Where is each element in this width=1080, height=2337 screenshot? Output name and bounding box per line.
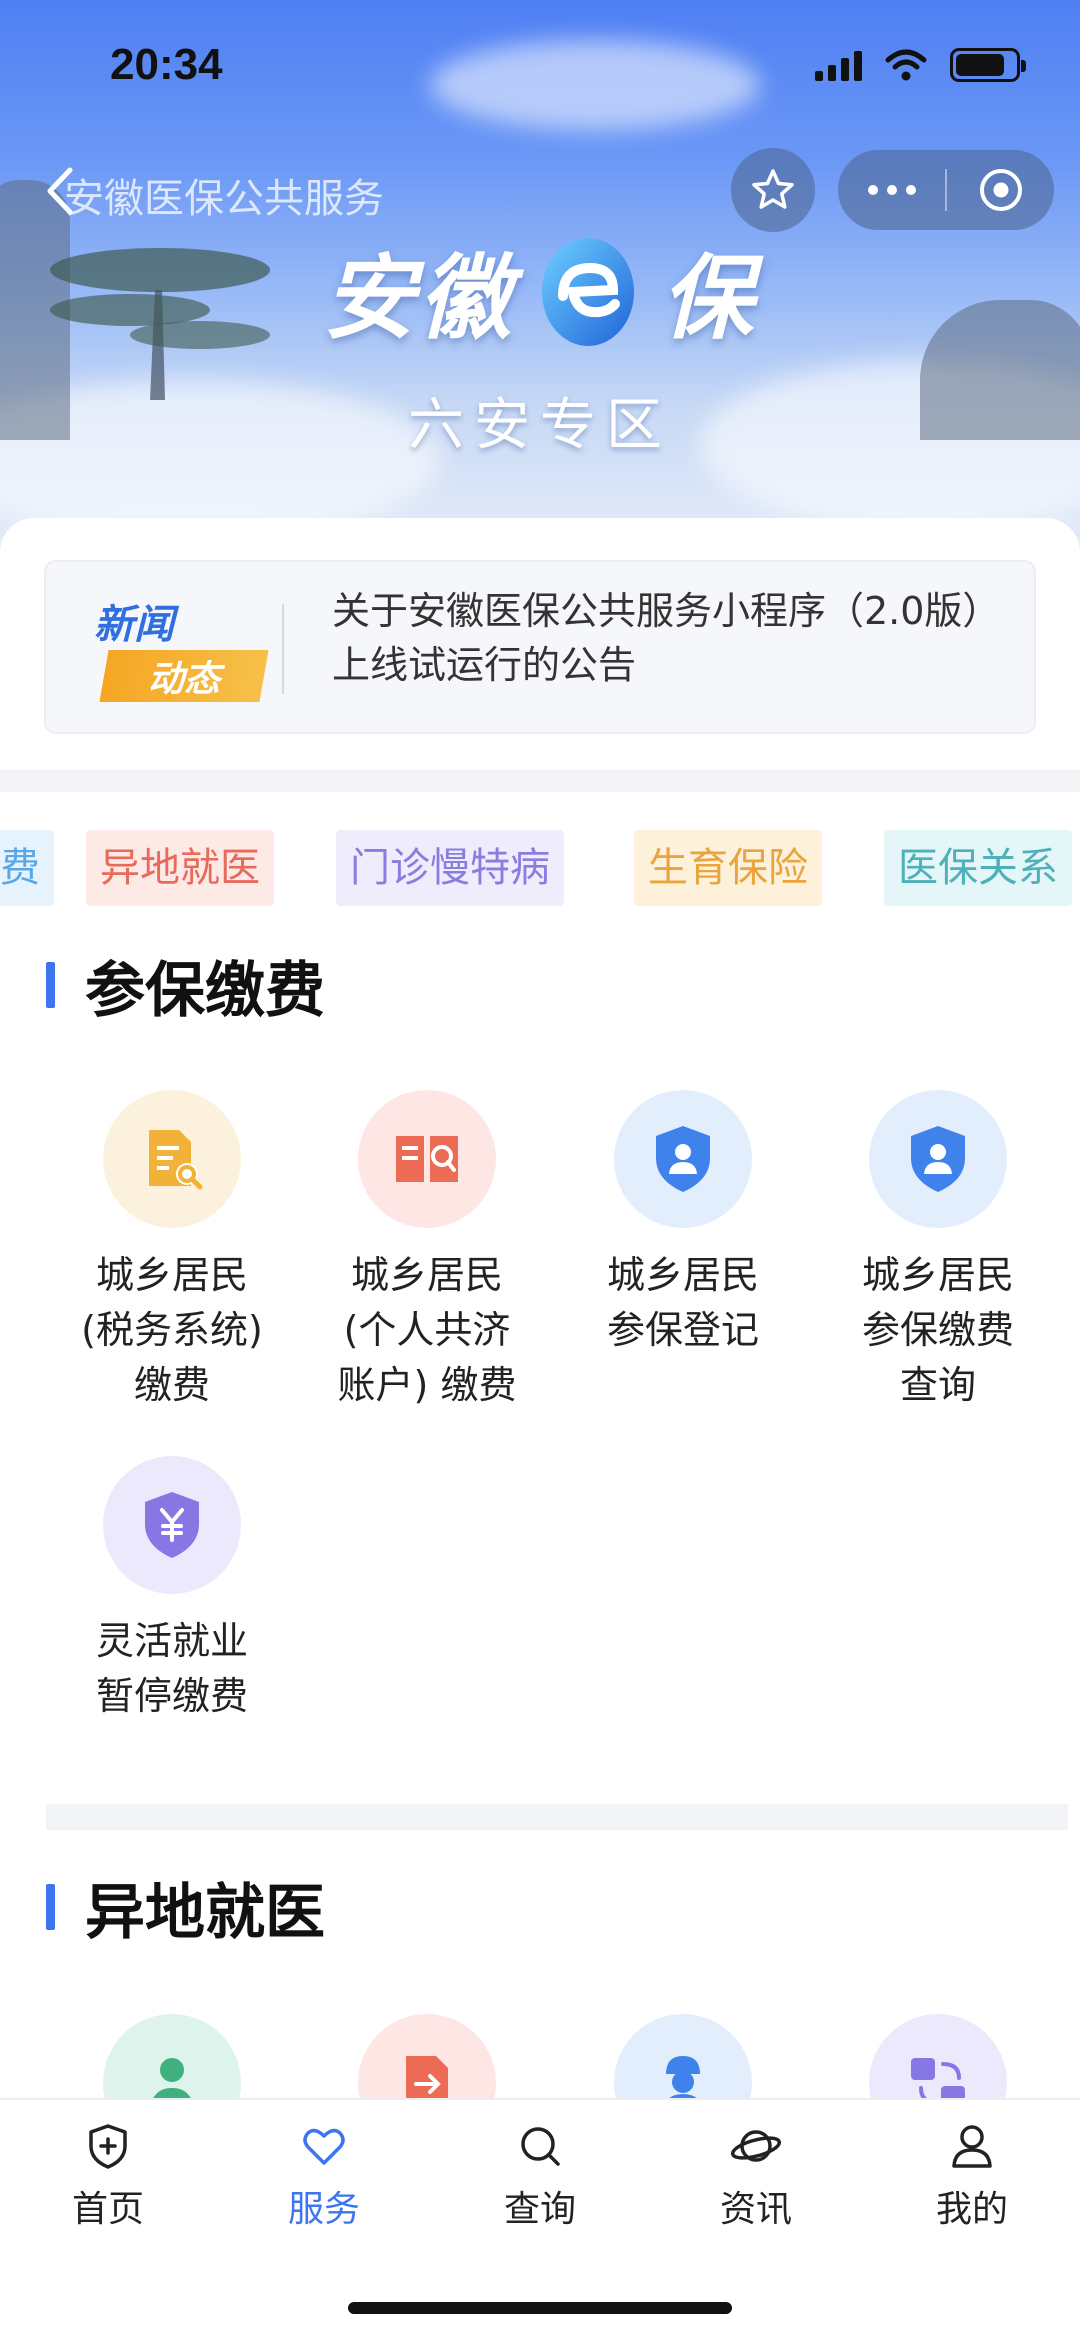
news-badge-title: 新闻: [94, 602, 174, 648]
category-tab-label: 医保关系: [898, 845, 1058, 891]
user-shield-icon: [656, 1126, 710, 1192]
service-label: 灵活就业 暂停缴费: [95, 1619, 248, 1718]
tab-services[interactable]: 服务: [216, 2122, 432, 2232]
main-content: 新闻 动态 关于安徽医保公共服务小程序（2.0版） 上线试运行的公告 费 异地就…: [0, 518, 1080, 2152]
service-label: 城乡居民 参保登记: [606, 1253, 759, 1352]
service-icon-bg: [358, 1090, 496, 1228]
category-tab-maternity-insurance[interactable]: 生育保险: [634, 830, 822, 906]
more-options-button[interactable]: [838, 185, 945, 195]
category-tab-chronic-disease[interactable]: 门诊慢特病: [336, 830, 564, 906]
close-mini-program-button[interactable]: [947, 166, 1054, 214]
service-item[interactable]: 城乡居民 (税务系统) 缴费: [44, 1090, 300, 1413]
category-tab-label: 生育保险: [648, 845, 808, 891]
category-tab-insurance-payment[interactable]: 费: [0, 830, 54, 906]
wifi-icon: [885, 49, 927, 81]
tab-query[interactable]: 查询: [432, 2122, 648, 2232]
tab-home[interactable]: 首页: [0, 2122, 216, 2232]
service-item[interactable]: 城乡居民 (个人共济 账户) 缴费: [299, 1090, 555, 1413]
status-icons: [815, 48, 1026, 82]
tab-label: 首页: [71, 2189, 144, 2230]
category-tab-label: 费: [0, 845, 40, 891]
yuan-shield-icon: [145, 1492, 199, 1558]
news-badge-tag-text: 动态: [147, 659, 220, 700]
service-item[interactable]: 城乡居民 参保缴费 查询: [810, 1090, 1066, 1413]
section-title: 异地就医: [85, 1877, 325, 1948]
news-banner[interactable]: 新闻 动态 关于安徽医保公共服务小程序（2.0版） 上线试运行的公告: [44, 560, 1036, 734]
status-time: 20:34: [110, 40, 223, 89]
star-icon: [752, 169, 794, 209]
news-headline[interactable]: 关于安徽医保公共服务小程序（2.0版） 上线试运行的公告: [332, 584, 1012, 692]
tab-profile[interactable]: 我的: [864, 2122, 1080, 2232]
header-banner: 20:34 安徽医保公共服务 安徽 保 六安专区: [0, 0, 1080, 560]
category-tab-insurance-relation[interactable]: 医保关系: [884, 830, 1072, 906]
home-shield-icon: [89, 2124, 127, 2169]
tab-label: 我的: [935, 2189, 1008, 2230]
tab-label: 查询: [503, 2189, 576, 2230]
nav-title: 安徽医保公共服务: [64, 176, 384, 222]
status-bar: 20:34: [0, 40, 1080, 100]
service-item[interactable]: 灵活就业 暂停缴费: [44, 1456, 300, 1724]
tab-news[interactable]: 资讯: [648, 2122, 864, 2232]
cellular-signal-icon: [815, 49, 862, 81]
news-badge-tag: 动态: [99, 650, 269, 702]
section-title: 参保缴费: [85, 955, 325, 1026]
target-circle-icon: [979, 169, 1022, 211]
service-label: 城乡居民 (税务系统) 缴费: [81, 1253, 263, 1407]
service-icon-bg: [103, 1456, 241, 1594]
logo-text-right: 保: [661, 244, 758, 352]
news-divider: [282, 604, 284, 694]
capsule-menu: [838, 150, 1054, 230]
mini-program-nav: 安徽医保公共服务: [0, 148, 1080, 234]
logo-text-left: 安徽: [322, 244, 515, 352]
news-badge: 新闻 动态: [94, 592, 300, 704]
section-accent-bar: [46, 1884, 55, 1930]
app-logo: 安徽 保: [0, 230, 1080, 352]
planet-icon: [730, 2130, 782, 2162]
user-icon: [952, 2125, 992, 2168]
service-label: 城乡居民 (个人共济 账户) 缴费: [337, 1253, 517, 1407]
category-tabs: 费 异地就医 门诊慢特病 生育保险 医保关系: [0, 830, 1080, 906]
section-divider: [46, 1804, 1068, 1830]
section-header-payment: 参保缴费: [46, 950, 325, 1026]
category-tab-remote-medical[interactable]: 异地就医: [86, 830, 274, 906]
user-shield-icon: [911, 1126, 965, 1192]
heart-icon: [303, 2128, 345, 2165]
tab-label: 资讯: [719, 2189, 792, 2230]
category-tab-label: 异地就医: [100, 845, 260, 891]
e-logo-icon: [542, 238, 634, 346]
section-header-remote-medical: 异地就医: [46, 1872, 325, 1948]
category-tab-label: 门诊慢特病: [350, 845, 550, 891]
region-subtitle: 六安专区: [408, 393, 672, 458]
search-icon: [521, 2127, 560, 2166]
tax-document-search-icon: [149, 1130, 203, 1190]
home-indicator: [348, 2302, 732, 2314]
service-icon-bg: [103, 1090, 241, 1228]
service-icon-bg: [614, 1090, 752, 1228]
favorite-button[interactable]: [731, 148, 815, 232]
service-label: 城乡居民 参保缴费 查询: [861, 1253, 1014, 1407]
account-book-search-icon: [396, 1136, 458, 1182]
service-icon-bg: [869, 1090, 1007, 1228]
section-accent-bar: [46, 962, 55, 1008]
battery-icon: [950, 48, 1026, 82]
service-item[interactable]: 城乡居民 参保登记: [555, 1090, 811, 1358]
section-divider: [0, 770, 1080, 792]
screen: 20:34 安徽医保公共服务 安徽 保 六安专区 新闻 动态 关于安徽医保公共服…: [0, 0, 1080, 2337]
tab-label: 服务: [287, 2189, 360, 2230]
